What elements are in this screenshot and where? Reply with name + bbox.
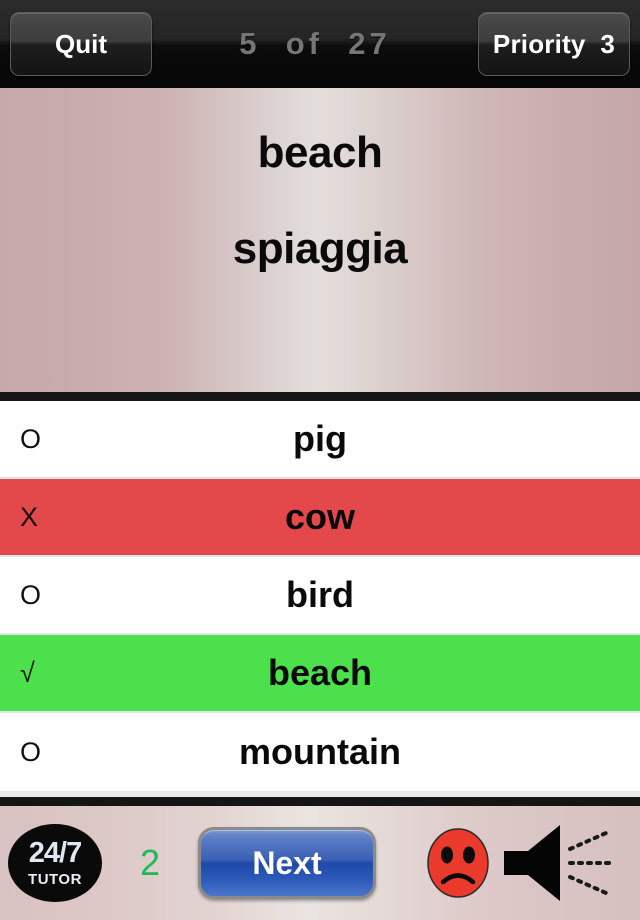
divider-above-options xyxy=(0,392,640,401)
option-row-mountain[interactable]: O mountain xyxy=(0,713,640,791)
option-label: bird xyxy=(286,574,354,615)
option-marker-icon: O xyxy=(20,579,42,610)
top-navigation-bar: Quit 5 of 27 Priority 3 xyxy=(0,0,640,88)
quit-button[interactable]: Quit xyxy=(10,12,152,76)
option-row-bird[interactable]: O bird xyxy=(0,557,640,635)
flashcard-quiz-screen: Quit 5 of 27 Priority 3 beach spiaggia O… xyxy=(0,0,640,920)
tutor-logo-button[interactable]: 24/7 TUTOR xyxy=(8,824,102,902)
score-counter: 2 xyxy=(139,842,161,883)
option-marker-check-icon: √ xyxy=(20,657,35,688)
option-row-beach[interactable]: √ beach xyxy=(0,635,640,713)
option-label: mountain xyxy=(239,731,401,772)
option-label: cow xyxy=(284,496,355,537)
option-row-cow[interactable]: X cow xyxy=(0,479,640,557)
flashcard-translation: spiaggia xyxy=(232,224,408,273)
option-label: beach xyxy=(267,652,373,693)
flashcard-term: beach xyxy=(257,128,383,177)
option-row-pig[interactable]: O pig xyxy=(0,401,640,479)
flashcard-content: beach spiaggia xyxy=(0,88,640,274)
flashcard-panel[interactable]: beach spiaggia xyxy=(0,88,640,392)
option-label: pig xyxy=(293,418,347,459)
logo-primary-text: 24/7 xyxy=(28,837,82,869)
sad-face-icon[interactable] xyxy=(424,825,492,901)
option-marker-icon: O xyxy=(20,736,42,767)
answer-options-list: O pig X cow O bird √ beach O mountain xyxy=(0,401,640,797)
option-marker-x-icon: X xyxy=(20,501,39,532)
divider-below-options xyxy=(0,797,640,806)
priority-button[interactable]: Priority 3 xyxy=(478,12,630,76)
progress-indicator: 5 of 27 xyxy=(239,26,391,61)
bottom-toolbar: 24/7 TUTOR 2 Next xyxy=(0,806,640,920)
speaker-icon[interactable] xyxy=(498,819,618,907)
option-marker-icon: O xyxy=(20,423,42,454)
logo-secondary-text: TUTOR xyxy=(28,871,82,888)
next-button[interactable]: Next xyxy=(198,827,376,899)
